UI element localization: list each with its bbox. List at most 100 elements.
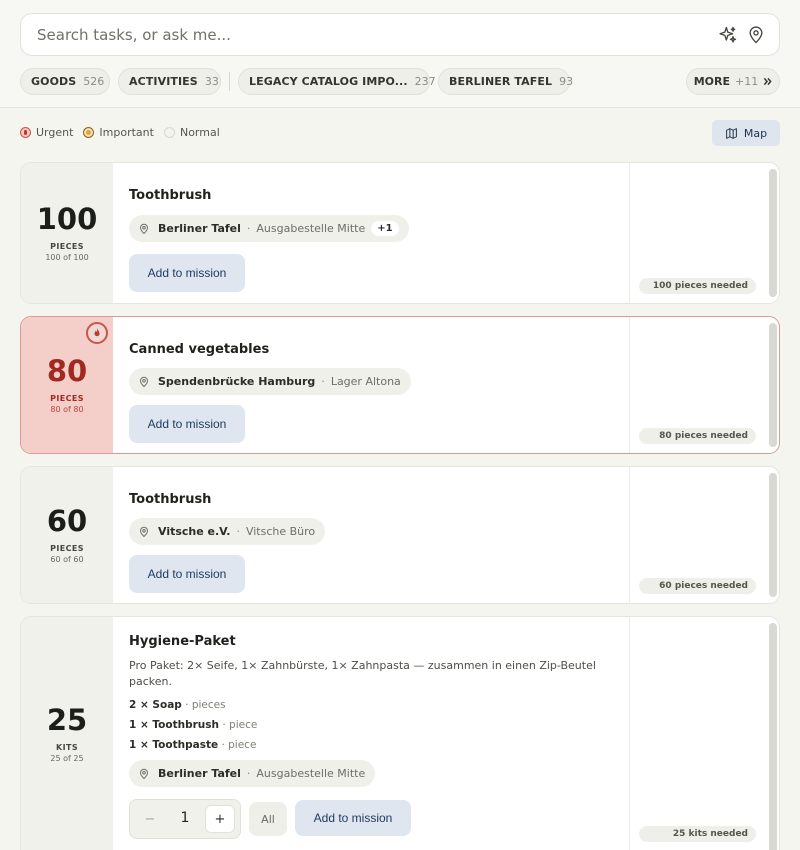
filter-count: 237 — [414, 75, 436, 88]
location-chip[interactable]: Spendenbrücke Hamburg · Lager Altona — [129, 368, 411, 395]
important-dot-icon — [83, 127, 95, 138]
legend-normal: Normal — [163, 126, 220, 139]
increment-button[interactable]: + — [205, 805, 235, 833]
location-chip[interactable]: Berliner Tafel · Ausgabestelle Mitte +1 — [129, 215, 409, 242]
task-card[interactable]: 100 PIECES 100 of 100 Toothbrush Berline… — [20, 162, 780, 304]
map-pin-icon — [139, 376, 149, 387]
task-card-kit[interactable]: 25 KITS 25 of 25 Hygiene-Paket Pro Paket… — [20, 616, 780, 850]
needed-badge: 100 pieces needed — [639, 278, 756, 294]
quantity-number: 100 — [36, 201, 98, 236]
task-card-urgent[interactable]: 80 PIECES 80 of 80 Canned vegetables Spe… — [20, 316, 780, 454]
legend-urgent: Urgent — [20, 126, 73, 139]
component-quantity: 2 × Soap — [129, 699, 182, 711]
location-button[interactable] — [745, 24, 767, 46]
site-name: Ausgabestelle Mitte — [256, 222, 366, 235]
needed-badge: 80 pieces needed — [639, 428, 756, 444]
separator-dot: · — [246, 222, 251, 235]
quantity-stepper: − 1 + — [129, 799, 241, 839]
task-title: Hygiene-Paket — [129, 634, 236, 649]
component-quantity: 1 × Toothbrush — [129, 719, 219, 731]
organization-name: Berliner Tafel — [158, 767, 241, 780]
quantity-progress: 80 of 80 — [50, 404, 84, 414]
needed-badge: 25 kits needed — [639, 826, 756, 842]
sparkle-icon — [719, 26, 737, 43]
task-title: Canned vegetables — [129, 342, 270, 357]
quantity-unit: KITS — [56, 742, 78, 752]
scrollbar[interactable] — [769, 623, 777, 850]
more-count: +11 — [735, 75, 759, 88]
priority-legend: Urgent Important Normal — [20, 126, 220, 139]
filter-count: 33 — [204, 75, 219, 88]
map-pin-icon — [139, 526, 149, 537]
kit-component: 1 × Toothpaste · piece — [129, 739, 257, 751]
filter-divider — [229, 72, 230, 91]
filter-label: ACTIVITIES — [129, 75, 198, 88]
location-chip[interactable]: Vitsche e.V. · Vitsche Büro — [129, 518, 326, 545]
quantity-progress: 100 of 100 — [45, 252, 89, 262]
scrollbar[interactable] — [769, 473, 777, 597]
ai-sparkle-button[interactable] — [717, 24, 739, 46]
quantity-progress: 60 of 60 — [50, 554, 84, 564]
urgent-flame-icon — [86, 322, 108, 344]
add-to-mission-button[interactable]: Add to mission — [129, 405, 245, 443]
legend-important-label: Important — [99, 126, 154, 139]
needed-badge: 60 pieces needed — [639, 578, 756, 594]
component-unit: piece — [228, 739, 257, 751]
more-locations-badge[interactable]: +1 — [371, 221, 399, 236]
separator-dot: · — [321, 375, 325, 388]
filter-chip-goods[interactable]: GOODS 526 — [20, 68, 110, 95]
top-bar: GOODS 526 ACTIVITIES 33 LEGACY CATALOG I… — [0, 0, 800, 108]
add-to-mission-button[interactable]: Add to mission — [129, 555, 245, 593]
kit-component: 2 × Soap · pieces — [129, 699, 226, 711]
normal-dot-icon — [163, 127, 175, 138]
component-unit: pieces — [191, 699, 226, 711]
map-pin-icon — [139, 223, 149, 234]
stepper-value[interactable]: 1 — [170, 810, 200, 826]
task-title: Toothbrush — [129, 492, 212, 507]
select-all-button[interactable]: All — [249, 802, 287, 836]
site-name: Vitsche Büro — [245, 525, 316, 538]
site-name: Ausgabestelle Mitte — [256, 767, 366, 780]
separator-dot: · — [236, 525, 240, 538]
map-button[interactable]: Map — [712, 120, 780, 146]
component-quantity: 1 × Toothpaste — [129, 739, 219, 751]
quantity-progress: 25 of 25 — [50, 753, 84, 763]
search-input[interactable] — [37, 14, 677, 55]
map-button-label: Map — [743, 126, 768, 140]
quantity-panel: 100 PIECES 100 of 100 — [21, 163, 113, 303]
legend-important: Important — [83, 126, 154, 139]
quantity-panel: 25 KITS 25 of 25 — [21, 617, 113, 850]
map-pin-icon — [139, 768, 149, 779]
task-card[interactable]: 60 PIECES 60 of 60 Toothbrush Vitsche e.… — [20, 466, 780, 604]
site-name: Lager Altona — [330, 375, 401, 388]
more-filters-button[interactable]: MORE +11 — [686, 68, 780, 95]
quantity-unit: PIECES — [50, 393, 84, 403]
card-content: Hygiene-Paket Pro Paket: 2× Seife, 1× Za… — [129, 617, 629, 850]
add-to-mission-button[interactable]: Add to mission — [129, 254, 245, 292]
legend-urgent-label: Urgent — [36, 126, 74, 139]
more-label: MORE — [693, 75, 731, 88]
urgent-dot-icon — [20, 127, 31, 138]
card-content: Canned vegetables Spendenbrücke Hamburg … — [129, 317, 629, 453]
organization-name: Spendenbrücke Hamburg — [158, 375, 316, 388]
card-content: Toothbrush Berliner Tafel · Ausgabestell… — [129, 163, 629, 303]
decrement-button[interactable]: − — [135, 805, 165, 833]
separator-dot: · — [246, 767, 251, 780]
legend-normal-label: Normal — [179, 126, 220, 139]
filter-label: BERLINER TAFEL — [449, 75, 553, 88]
location-chip[interactable]: Berliner Tafel · Ausgabestelle Mitte — [129, 760, 376, 787]
add-to-mission-button[interactable]: Add to mission — [295, 800, 411, 836]
filter-label: GOODS — [31, 75, 77, 88]
quantity-panel: 60 PIECES 60 of 60 — [21, 467, 113, 603]
card-content: Toothbrush Vitsche e.V. · Vitsche Büro A… — [129, 467, 629, 603]
filter-chip-berliner-tafel[interactable]: BERLINER TAFEL 93 — [438, 68, 574, 95]
filter-chip-activities[interactable]: ACTIVITIES 33 — [118, 68, 221, 95]
filter-chip-legacy-catalog[interactable]: LEGACY CATALOG IMPO... 237 — [238, 68, 436, 95]
scrollbar[interactable] — [769, 169, 777, 297]
scrollbar[interactable] — [769, 323, 777, 447]
card-side-panel: 80 pieces needed — [629, 317, 779, 453]
card-side-panel: 100 pieces needed — [629, 163, 779, 303]
map-icon — [726, 127, 737, 139]
quantity-panel: 80 PIECES 80 of 80 — [21, 317, 113, 453]
filter-count: 93 — [559, 75, 574, 88]
